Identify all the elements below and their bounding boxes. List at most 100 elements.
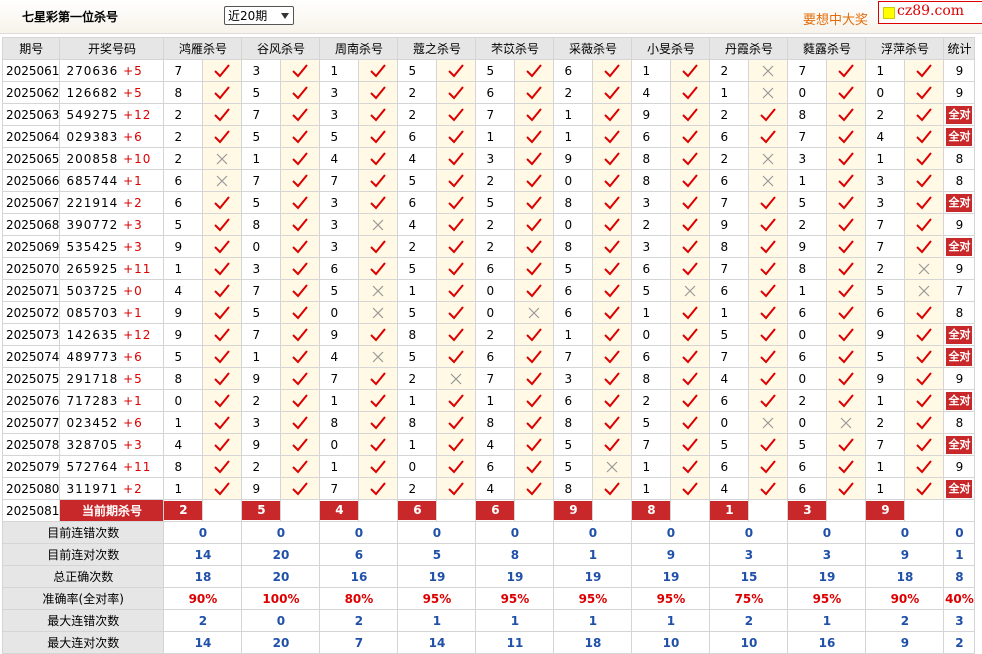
col-header-expert[interactable]: 丹霞杀号 — [709, 37, 789, 60]
kill-number: 4 — [709, 477, 750, 500]
check-icon — [436, 257, 477, 280]
check-icon — [436, 411, 477, 434]
check-icon — [670, 411, 711, 434]
current-kill-cell: 2 — [163, 499, 204, 522]
stats-value: 11 — [475, 631, 555, 654]
check-icon — [904, 169, 945, 192]
check-icon — [670, 345, 711, 368]
check-icon — [670, 477, 711, 500]
current-kill-number: 5 — [242, 501, 280, 520]
stats-value: 90% — [865, 587, 945, 610]
period-cell: 2025063 — [1, 103, 61, 126]
cross-icon — [514, 301, 555, 324]
kill-number: 1 — [397, 279, 438, 302]
kill-number: 1 — [397, 389, 438, 412]
col-header-expert[interactable]: 谷风杀号 — [241, 37, 321, 60]
kill-number: 0 — [787, 367, 828, 390]
stats-total: 40% — [943, 587, 976, 610]
kill-number: 5 — [241, 125, 282, 148]
check-icon — [280, 323, 321, 346]
all-correct-badge: 全对 — [946, 105, 973, 124]
period-range-select[interactable]: 近20期 — [224, 6, 294, 25]
stats-value: 18 — [163, 565, 243, 588]
kill-number: 2 — [163, 147, 204, 170]
check-icon — [436, 279, 477, 302]
cross-icon — [436, 367, 477, 390]
period-cell: 2025072 — [1, 301, 61, 324]
check-icon — [826, 59, 867, 82]
kill-number: 8 — [631, 147, 672, 170]
check-icon — [670, 235, 711, 258]
kill-number: 7 — [631, 433, 672, 456]
check-icon — [592, 367, 633, 390]
kill-number: 5 — [553, 257, 594, 280]
kill-number: 2 — [553, 81, 594, 104]
current-kill-number: 2 — [164, 501, 202, 520]
col-header-expert[interactable]: 周南杀号 — [319, 37, 399, 60]
kill-number: 4 — [865, 125, 906, 148]
stats-value: 0 — [163, 521, 243, 544]
empty-cell — [943, 499, 976, 522]
period-cell: 2025061 — [1, 59, 61, 82]
kill-number: 6 — [787, 455, 828, 478]
kill-number: 3 — [631, 235, 672, 258]
check-icon — [358, 433, 399, 456]
kill-number: 7 — [553, 345, 594, 368]
current-kill-row: 2025081 当前期杀号 2 5 4 6 6 9 8 1 3 9 — [1, 499, 976, 522]
kill-number: 1 — [475, 389, 516, 412]
check-icon — [670, 103, 711, 126]
empty-cell — [826, 499, 867, 522]
stats-label: 准确率(全对率) — [1, 587, 165, 610]
promo-link[interactable]: 要想中大奖 — [803, 9, 868, 28]
col-header-expert[interactable]: 芣苡杀号 — [475, 37, 555, 60]
stats-value: 20 — [241, 543, 321, 566]
check-icon — [280, 191, 321, 214]
cross-icon — [202, 147, 243, 170]
col-header-expert[interactable]: 蔻之杀号 — [397, 37, 477, 60]
draw-bonus: +6 — [123, 349, 143, 364]
col-header-expert[interactable]: 鸿雁杀号 — [163, 37, 243, 60]
site-logo[interactable]: cz89.com — [878, 1, 982, 24]
table-row: 2025076 717283 +1 0 2 1 1 1 6 2 6 2 1 全对 — [1, 389, 976, 412]
draw-numbers-cell: 328705 +3 — [59, 433, 165, 456]
draw-bonus: +0 — [123, 283, 143, 298]
kill-number: 3 — [475, 147, 516, 170]
draw-numbers-cell: 200858 +10 — [59, 147, 165, 170]
current-kill-cell: 5 — [241, 499, 282, 522]
draw-bonus: +10 — [123, 151, 152, 166]
check-icon — [748, 191, 789, 214]
cross-icon — [358, 301, 399, 324]
col-header-expert[interactable]: 浮萍杀号 — [865, 37, 945, 60]
draw-digits: 503725 — [66, 283, 119, 298]
check-icon — [514, 411, 555, 434]
check-icon — [670, 81, 711, 104]
stats-value: 2 — [709, 609, 789, 632]
count-cell: 7 — [943, 279, 976, 302]
kill-number: 1 — [787, 169, 828, 192]
col-header-expert[interactable]: 蕤露杀号 — [787, 37, 867, 60]
check-icon — [514, 257, 555, 280]
kill-number: 2 — [787, 213, 828, 236]
count-value: 8 — [955, 151, 964, 166]
draw-numbers-cell: 390772 +3 — [59, 213, 165, 236]
draw-bonus: +12 — [123, 107, 152, 122]
kill-number: 6 — [475, 81, 516, 104]
kill-number: 7 — [865, 433, 906, 456]
kill-number: 9 — [241, 477, 282, 500]
current-kill-cell: 9 — [553, 499, 594, 522]
kill-number: 2 — [709, 59, 750, 82]
kill-number: 5 — [241, 301, 282, 324]
stats-value: 9 — [631, 543, 711, 566]
stats-label: 最大连错次数 — [1, 609, 165, 632]
check-icon — [280, 433, 321, 456]
kill-number: 5 — [163, 213, 204, 236]
check-icon — [514, 125, 555, 148]
check-icon — [358, 389, 399, 412]
col-header-expert[interactable]: 采薇杀号 — [553, 37, 633, 60]
current-kill-cell: 3 — [787, 499, 828, 522]
stats-row: 最大连错次数 2 0 2 1 1 1 1 2 1 2 3 — [1, 609, 976, 632]
kill-number: 4 — [397, 147, 438, 170]
col-header-expert[interactable]: 小旻杀号 — [631, 37, 711, 60]
check-icon — [592, 411, 633, 434]
kill-number: 6 — [709, 455, 750, 478]
